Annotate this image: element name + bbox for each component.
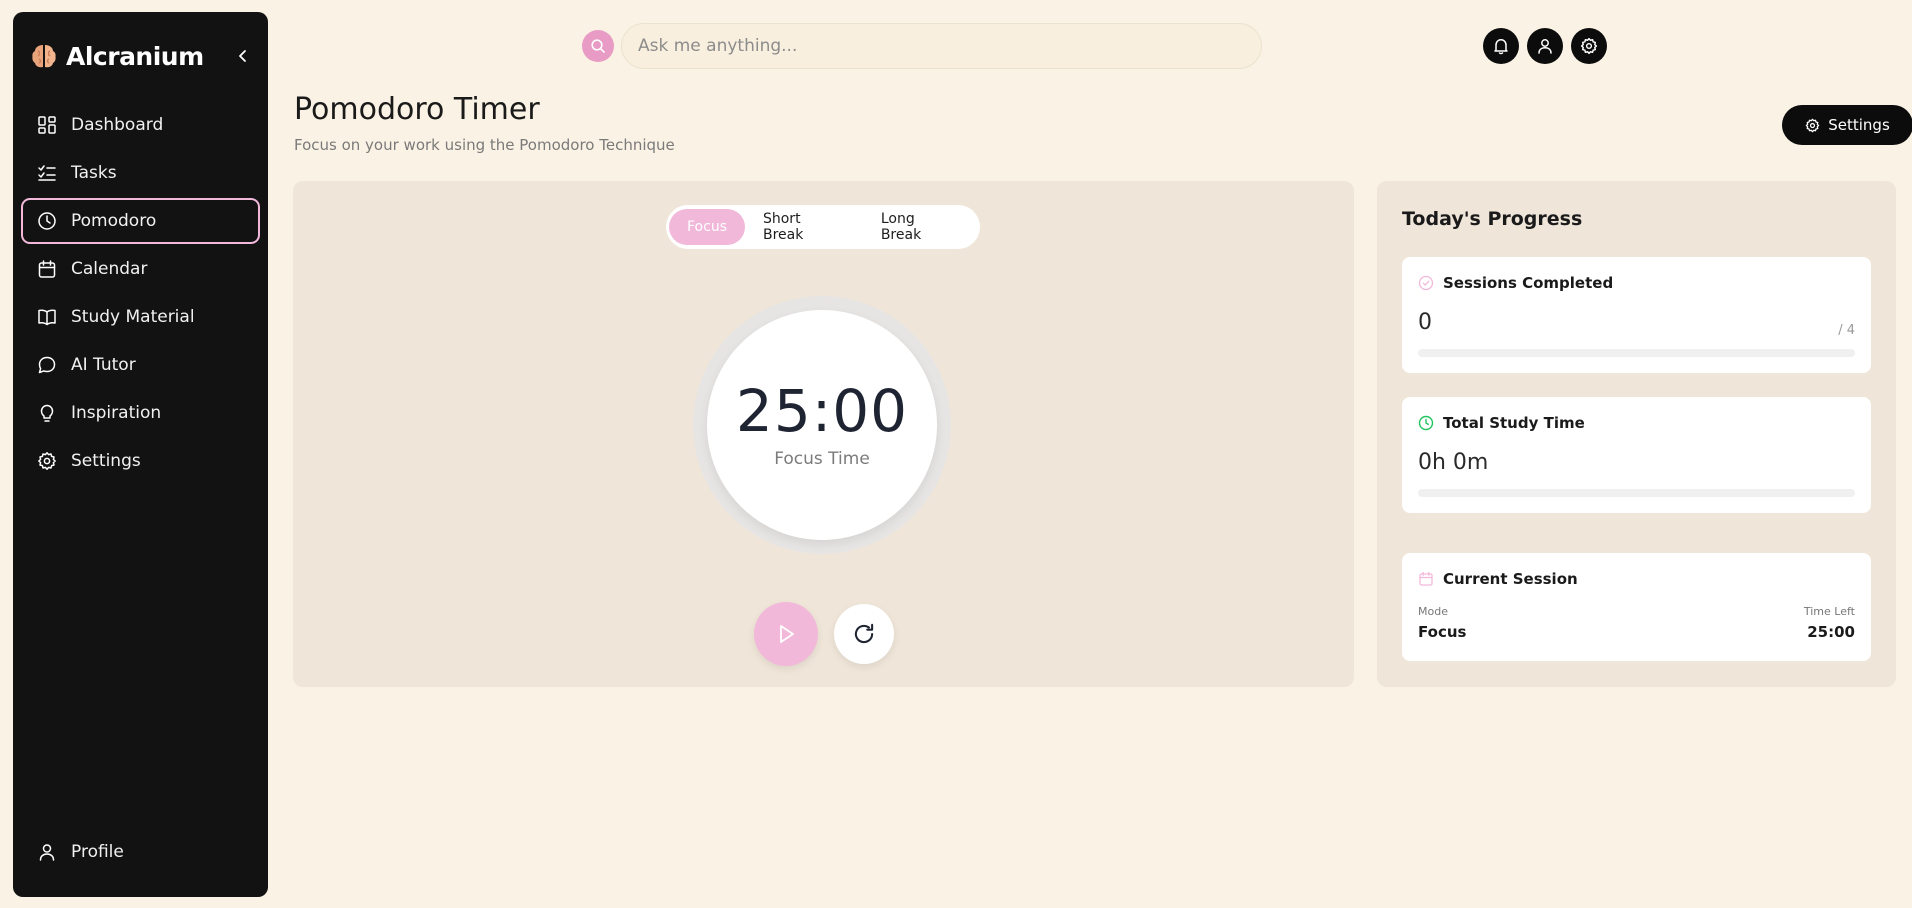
user-icon (39, 844, 55, 861)
study-time-value: 0h 0m (1418, 450, 1489, 475)
search-icon[interactable] (582, 30, 614, 62)
sidebar-item-profile[interactable]: Profile (21, 829, 260, 875)
tab-short-break[interactable]: Short Break (745, 209, 863, 245)
sidebar-item-label: Inspiration (71, 403, 162, 423)
progress-title: Today's Progress (1402, 208, 1583, 230)
mode-label: Mode (1418, 605, 1448, 618)
brain-logo-icon (30, 42, 58, 70)
timer-display: 25:00 (735, 377, 909, 445)
collapse-sidebar-button[interactable] (231, 44, 255, 68)
bell-icon (1494, 39, 1508, 55)
tab-long-break[interactable]: Long Break (863, 209, 977, 245)
timer-ring: 25:00 Focus Time (693, 296, 951, 554)
sessions-card: Sessions Completed 0 / 4 (1402, 257, 1871, 373)
sidebar-item-label: Study Material (71, 307, 195, 327)
settings-icon-button[interactable] (1571, 28, 1607, 64)
sessions-label: Sessions Completed (1443, 274, 1614, 292)
gear-icon (1805, 118, 1820, 132)
sidebar-item-settings[interactable]: Settings (21, 438, 260, 484)
calendar-icon (38, 260, 56, 278)
tab-focus[interactable]: Focus (669, 209, 745, 245)
sidebar-item-dashboard[interactable]: Dashboard (21, 102, 260, 148)
study-time-progress-bar (1418, 489, 1855, 497)
sidebar-item-ai-tutor[interactable]: AI Tutor (21, 342, 260, 388)
app-name: Alcranium (66, 41, 204, 71)
check-circle-icon (1418, 275, 1434, 291)
reset-button[interactable] (834, 604, 894, 664)
play-icon (780, 625, 794, 643)
gear-icon (38, 452, 56, 470)
account-button[interactable] (1527, 28, 1563, 64)
timer-caption: Focus Time (774, 449, 870, 469)
chevron-left-icon (239, 50, 246, 62)
sidebar-item-inspiration[interactable]: Inspiration (21, 390, 260, 436)
clock-icon (1418, 415, 1434, 431)
sidebar-item-label: Profile (71, 842, 124, 862)
time-left-label: Time Left (1803, 605, 1855, 618)
start-button[interactable] (754, 602, 818, 666)
mode-value: Focus (1418, 623, 1467, 641)
sessions-progress-bar (1418, 349, 1855, 357)
chat-bubble-icon (38, 356, 56, 374)
time-left-value: 25:00 (1807, 623, 1855, 641)
page-subtitle: Focus on your work using the Pomodoro Te… (294, 136, 675, 154)
sidebar: Alcranium Dashboard Tasks Pomodoro Calen… (13, 12, 268, 897)
settings-button-label: Settings (1828, 116, 1890, 134)
page-title: Pomodoro Timer (294, 92, 540, 127)
sidebar-item-label: Tasks (71, 163, 117, 183)
timer-panel: Focus Short Break Long Break 25:00 Focus… (293, 181, 1354, 687)
calendar-icon (1419, 571, 1433, 586)
sidebar-item-label: Calendar (71, 259, 148, 279)
gear-icon (1580, 37, 1598, 55)
brand[interactable]: Alcranium (30, 30, 255, 82)
user-icon (1538, 39, 1552, 54)
timer-settings-button[interactable]: Settings (1782, 105, 1912, 145)
current-session-label: Current Session (1443, 570, 1578, 588)
mode-tabs: Focus Short Break Long Break (666, 205, 980, 249)
dashboard-icon (38, 116, 56, 134)
sidebar-item-pomodoro[interactable]: Pomodoro (21, 198, 260, 244)
list-check-icon (38, 165, 56, 181)
lightbulb-icon (40, 404, 54, 422)
notifications-button[interactable] (1483, 28, 1519, 64)
sidebar-item-calendar[interactable]: Calendar (21, 246, 260, 292)
sessions-value: 0 (1418, 310, 1432, 335)
current-session-card: Current Session Mode Focus Time Left 25:… (1402, 553, 1871, 661)
study-time-card: Total Study Time 0h 0m (1402, 397, 1871, 513)
timer-dial: 25:00 Focus Time (707, 310, 937, 540)
sidebar-item-study-material[interactable]: Study Material (21, 294, 260, 340)
sidebar-item-label: AI Tutor (71, 355, 136, 375)
sidebar-item-label: Settings (71, 451, 141, 471)
sidebar-nav: Dashboard Tasks Pomodoro Calendar Study … (21, 102, 260, 486)
clock-icon (38, 212, 56, 230)
sidebar-item-label: Dashboard (71, 115, 164, 135)
book-icon (38, 309, 56, 326)
search-input[interactable] (621, 23, 1262, 69)
top-icon-group (1483, 28, 1607, 64)
progress-panel: Today's Progress Sessions Completed 0 / … (1377, 181, 1896, 687)
search-bar (582, 23, 1262, 69)
sessions-goal: / 4 (1838, 323, 1855, 338)
refresh-icon (854, 623, 874, 644)
sidebar-item-tasks[interactable]: Tasks (21, 150, 260, 196)
study-time-label: Total Study Time (1443, 414, 1585, 432)
sidebar-item-label: Pomodoro (71, 211, 157, 231)
